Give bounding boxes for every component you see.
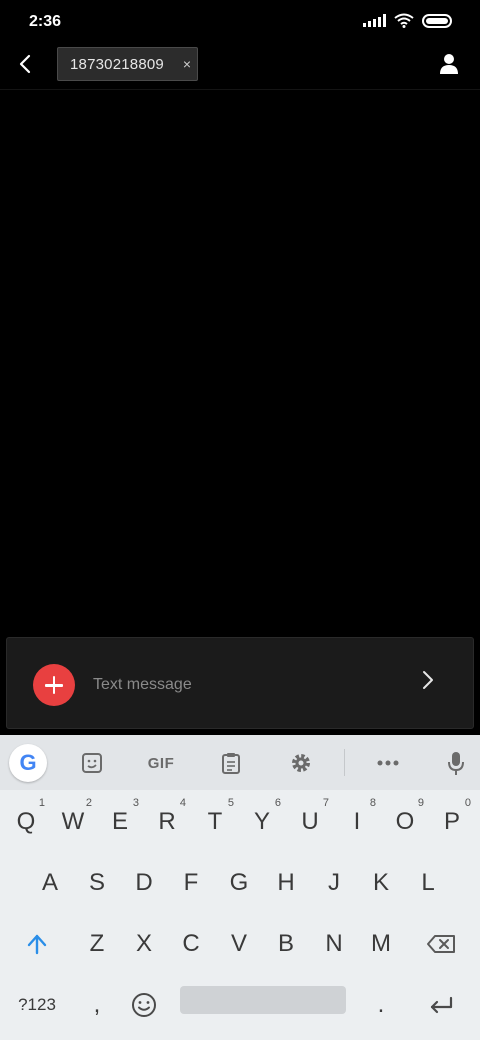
keyboard-toolbar: G GIF bbox=[0, 735, 480, 790]
more-button[interactable] bbox=[370, 745, 406, 781]
key-v[interactable]: V bbox=[216, 915, 262, 973]
key-j[interactable]: J bbox=[311, 854, 357, 912]
toolbar-divider bbox=[344, 749, 345, 776]
key-f[interactable]: F bbox=[168, 854, 214, 912]
google-button[interactable]: G bbox=[9, 744, 47, 782]
key-o[interactable]: 9O bbox=[382, 793, 428, 851]
key-n[interactable]: N bbox=[311, 915, 357, 973]
key-y[interactable]: 6Y bbox=[239, 793, 285, 851]
emoji-key[interactable] bbox=[121, 976, 167, 1034]
key-z[interactable]: Z bbox=[74, 915, 120, 973]
sticker-button[interactable] bbox=[74, 745, 110, 781]
keyboard-row-4: ?123 , . bbox=[0, 976, 480, 1036]
conversation-header: 18730218809 × bbox=[0, 44, 480, 90]
recipient-number: 18730218809 bbox=[70, 56, 164, 73]
battery-icon bbox=[422, 13, 452, 28]
period-key[interactable]: . bbox=[358, 976, 404, 1034]
key-g[interactable]: G bbox=[216, 854, 262, 912]
google-icon: G bbox=[19, 750, 37, 775]
comma-key[interactable]: , bbox=[74, 976, 120, 1034]
space-key[interactable] bbox=[180, 986, 346, 1014]
mic-icon bbox=[448, 752, 464, 775]
key-b[interactable]: B bbox=[263, 915, 309, 973]
recipient-chip[interactable]: 18730218809 × bbox=[57, 47, 198, 81]
key-a[interactable]: A bbox=[27, 854, 73, 912]
key-i[interactable]: 8I bbox=[334, 793, 380, 851]
key-c[interactable]: C bbox=[168, 915, 214, 973]
enter-icon bbox=[430, 996, 453, 1014]
more-icon bbox=[377, 760, 399, 766]
key-k[interactable]: K bbox=[358, 854, 404, 912]
compose-bar: Text message bbox=[6, 637, 474, 729]
backspace-key[interactable] bbox=[418, 915, 464, 973]
key-h[interactable]: H bbox=[263, 854, 309, 912]
key-x[interactable]: X bbox=[121, 915, 167, 973]
clipboard-button[interactable] bbox=[213, 745, 249, 781]
sticker-icon bbox=[82, 753, 102, 773]
key-m[interactable]: M bbox=[358, 915, 404, 973]
keyboard-row-3: Z X C V B N M bbox=[0, 915, 480, 975]
gif-label: GIF bbox=[147, 754, 175, 772]
key-p[interactable]: 0P bbox=[429, 793, 475, 851]
emoji-icon bbox=[132, 993, 156, 1017]
key-q[interactable]: 1Q bbox=[3, 793, 49, 851]
attach-button[interactable] bbox=[33, 664, 75, 706]
mic-button[interactable] bbox=[438, 745, 474, 781]
keyboard-row-2: A S D F G H J K L bbox=[0, 854, 480, 914]
key-r[interactable]: 4R bbox=[144, 793, 190, 851]
wifi-icon bbox=[394, 13, 414, 28]
shift-key[interactable] bbox=[14, 915, 60, 973]
status-icons bbox=[363, 13, 452, 28]
message-input[interactable]: Text message bbox=[93, 676, 192, 694]
key-l[interactable]: L bbox=[405, 854, 451, 912]
keyboard: G GIF 1 Q 2 W 3 E 4 R 5 T 6 Y 7 U 8 I 9 … bbox=[0, 735, 480, 1040]
enter-key[interactable] bbox=[418, 976, 464, 1034]
key-e[interactable]: 3E bbox=[97, 793, 143, 851]
key-t[interactable]: 5T bbox=[192, 793, 238, 851]
key-u[interactable]: 7U bbox=[287, 793, 333, 851]
shift-icon bbox=[27, 934, 47, 955]
gear-icon bbox=[292, 754, 310, 772]
gif-button[interactable]: GIF bbox=[143, 745, 179, 781]
clipboard-icon bbox=[222, 753, 240, 774]
keyboard-row-1: 1Q 2W 3E 4R 5T 6Y 7U 8I 9O 0P bbox=[0, 793, 480, 853]
send-button[interactable] bbox=[419, 668, 437, 692]
key-w[interactable]: 2W bbox=[50, 793, 96, 851]
back-button[interactable] bbox=[12, 50, 40, 78]
contact-button[interactable] bbox=[438, 52, 460, 76]
status-time: 2:36 bbox=[29, 13, 62, 30]
key-d[interactable]: D bbox=[121, 854, 167, 912]
backspace-icon bbox=[427, 935, 455, 953]
chip-close-icon[interactable]: × bbox=[183, 56, 191, 72]
status-bar: 2:36 bbox=[0, 0, 480, 44]
signal-icon bbox=[363, 14, 386, 27]
settings-button[interactable] bbox=[283, 745, 319, 781]
symbols-key[interactable]: ?123 bbox=[14, 976, 60, 1034]
key-s[interactable]: S bbox=[74, 854, 120, 912]
